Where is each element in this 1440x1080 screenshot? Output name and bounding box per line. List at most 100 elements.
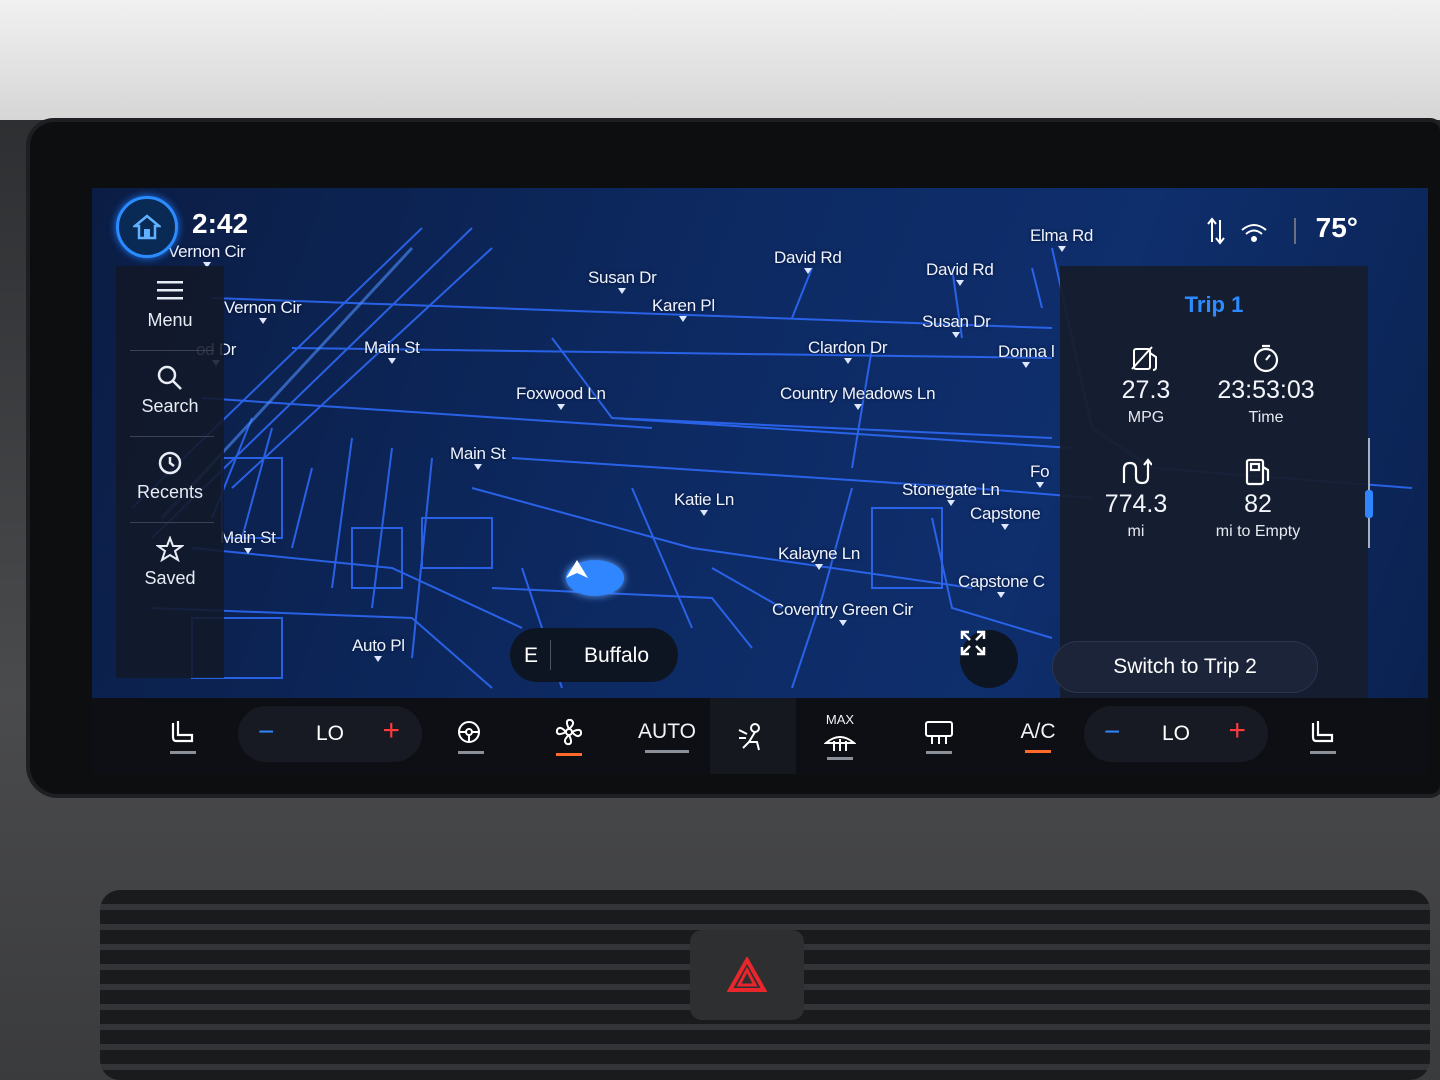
seat-icon bbox=[1311, 720, 1334, 742]
road-label: Susan Dr bbox=[588, 268, 657, 294]
road-label: Country Meadows Ln bbox=[780, 384, 936, 410]
road-label: David Rd bbox=[926, 260, 994, 286]
ac-label: A/C bbox=[1020, 719, 1056, 743]
indicator bbox=[170, 750, 196, 754]
sidebar-item-menu[interactable]: Menu bbox=[116, 272, 224, 352]
passenger-seat-button[interactable] bbox=[1298, 698, 1348, 774]
switch-trip-button[interactable]: Switch to Trip 2 bbox=[1052, 641, 1318, 693]
scroll-indicator[interactable] bbox=[1364, 438, 1374, 548]
expand-map-button[interactable] bbox=[960, 630, 1018, 688]
hazard-button[interactable] bbox=[690, 930, 804, 1020]
clock: 2:42 bbox=[192, 208, 249, 239]
road-label: Main St bbox=[450, 444, 506, 470]
fan-button[interactable] bbox=[544, 698, 594, 774]
stat-distance: 774.3 mi bbox=[1066, 456, 1206, 541]
driver-seat-button[interactable] bbox=[158, 698, 208, 774]
rear-defrost-button[interactable] bbox=[914, 698, 964, 774]
hazard-icon bbox=[727, 957, 767, 992]
home-icon bbox=[133, 214, 161, 240]
stat-label: mi bbox=[1127, 523, 1145, 540]
stat-value: 82 bbox=[1244, 490, 1272, 518]
driver-temp-control: − LO + bbox=[238, 706, 422, 762]
fuel-economy-icon bbox=[1076, 342, 1216, 374]
stat-value: 23:53:03 bbox=[1217, 376, 1315, 404]
road-label: Elma Rd bbox=[1030, 226, 1094, 252]
indicator bbox=[1310, 750, 1336, 754]
road-label: Coventry Green Cir bbox=[772, 600, 914, 626]
vehicle-position-icon bbox=[566, 560, 624, 596]
indicator bbox=[556, 752, 582, 756]
expand-icon bbox=[960, 630, 986, 656]
fan-icon bbox=[555, 718, 583, 745]
distance-icon bbox=[1066, 456, 1206, 488]
road-label: Susan Dr bbox=[922, 312, 991, 338]
sidebar-item-recents[interactable]: Recents bbox=[116, 444, 224, 524]
sidebar-divider bbox=[130, 350, 214, 351]
destination-pill[interactable]: E Buffalo bbox=[510, 628, 678, 682]
outside-temperature: 75° bbox=[1315, 212, 1358, 243]
road-label: Clardon Dr bbox=[808, 338, 888, 364]
road-label: Capstone bbox=[970, 504, 1041, 530]
destination-name: Buffalo bbox=[584, 644, 649, 667]
road-label: Capstone C bbox=[958, 572, 1045, 598]
trip-title[interactable]: Trip 1 bbox=[1060, 292, 1368, 318]
road-label: Stonegate Ln bbox=[902, 480, 1000, 506]
indicator bbox=[1025, 749, 1051, 753]
climate-bar: − LO + AUTO MAX A/C − LO + bbox=[92, 698, 1428, 774]
front-defrost-icon bbox=[824, 736, 856, 751]
stat-mpg: 27.3 MPG bbox=[1076, 342, 1216, 427]
stat-label: MPG bbox=[1127, 409, 1165, 426]
passenger-temp-control: − LO + bbox=[1084, 706, 1268, 762]
max-label: MAX bbox=[825, 712, 855, 727]
road-label: David Rd bbox=[774, 248, 842, 274]
road-label: Kalayne Ln bbox=[778, 544, 861, 570]
ac-button[interactable]: A/C bbox=[1010, 698, 1066, 774]
wifi-icon bbox=[1241, 224, 1267, 242]
road-label: Vernon Cir bbox=[224, 298, 302, 324]
sidebar-divider bbox=[130, 436, 214, 437]
road-label: Foxwood Ln bbox=[516, 384, 606, 410]
heading-direction: E bbox=[524, 644, 539, 667]
history-icon bbox=[116, 450, 224, 478]
sidebar-item-label: Saved bbox=[144, 568, 196, 588]
stat-range: 82 mi to Empty bbox=[1188, 456, 1328, 541]
passenger-temp-increase-button[interactable]: + bbox=[1228, 714, 1246, 748]
sidebar-item-saved[interactable]: Saved bbox=[116, 530, 224, 610]
stopwatch-icon bbox=[1196, 342, 1336, 374]
road-label: Fo bbox=[1030, 462, 1050, 488]
road-label: Auto Pl bbox=[352, 636, 405, 662]
road-label: Vernon Cir bbox=[168, 242, 246, 268]
airflow-person-icon bbox=[738, 723, 760, 751]
heated-wheel-button[interactable] bbox=[448, 698, 494, 774]
stat-label: mi to Empty bbox=[1215, 523, 1301, 540]
max-defrost-button[interactable]: MAX bbox=[814, 698, 866, 774]
indicator bbox=[645, 749, 689, 753]
sidebar: Menu Search Recents Saved bbox=[116, 266, 224, 678]
stat-label: Time bbox=[1248, 409, 1284, 426]
road-label: Main St bbox=[364, 338, 420, 364]
trip-panel: Trip 1 27.3 MPG 23:53:03 Time 774.3 mi 8… bbox=[1052, 266, 1368, 698]
sidebar-divider bbox=[130, 522, 214, 523]
infotainment-screen: Vernon Cir Vernon Cir od Dr Main St Susa… bbox=[92, 188, 1428, 774]
stat-value: 774.3 bbox=[1104, 490, 1168, 518]
heated-steering-wheel-icon bbox=[458, 720, 480, 743]
indicator bbox=[458, 750, 484, 754]
fuel-pump-icon bbox=[1188, 456, 1328, 488]
sidebar-item-label: Search bbox=[141, 396, 199, 416]
stat-value: 27.3 bbox=[1121, 376, 1171, 404]
auto-climate-button[interactable]: AUTO bbox=[632, 698, 702, 774]
airflow-mode-button[interactable] bbox=[710, 698, 796, 774]
indicator bbox=[827, 757, 853, 760]
stat-time: 23:53:03 Time bbox=[1196, 342, 1336, 427]
home-button[interactable] bbox=[116, 196, 178, 258]
seat-icon bbox=[171, 720, 194, 742]
road-label: Karen Pl bbox=[652, 296, 715, 322]
sidebar-item-label: Menu bbox=[147, 310, 193, 330]
sidebar-item-search[interactable]: Search bbox=[116, 358, 224, 438]
sidebar-item-label: Recents bbox=[136, 482, 204, 502]
road-label: Main St bbox=[220, 528, 276, 554]
driver-temp-increase-button[interactable]: + bbox=[382, 714, 400, 748]
rear-defrost-icon bbox=[925, 720, 953, 744]
data-transfer-icon bbox=[1207, 217, 1225, 245]
road-label: Katie Ln bbox=[674, 490, 734, 516]
